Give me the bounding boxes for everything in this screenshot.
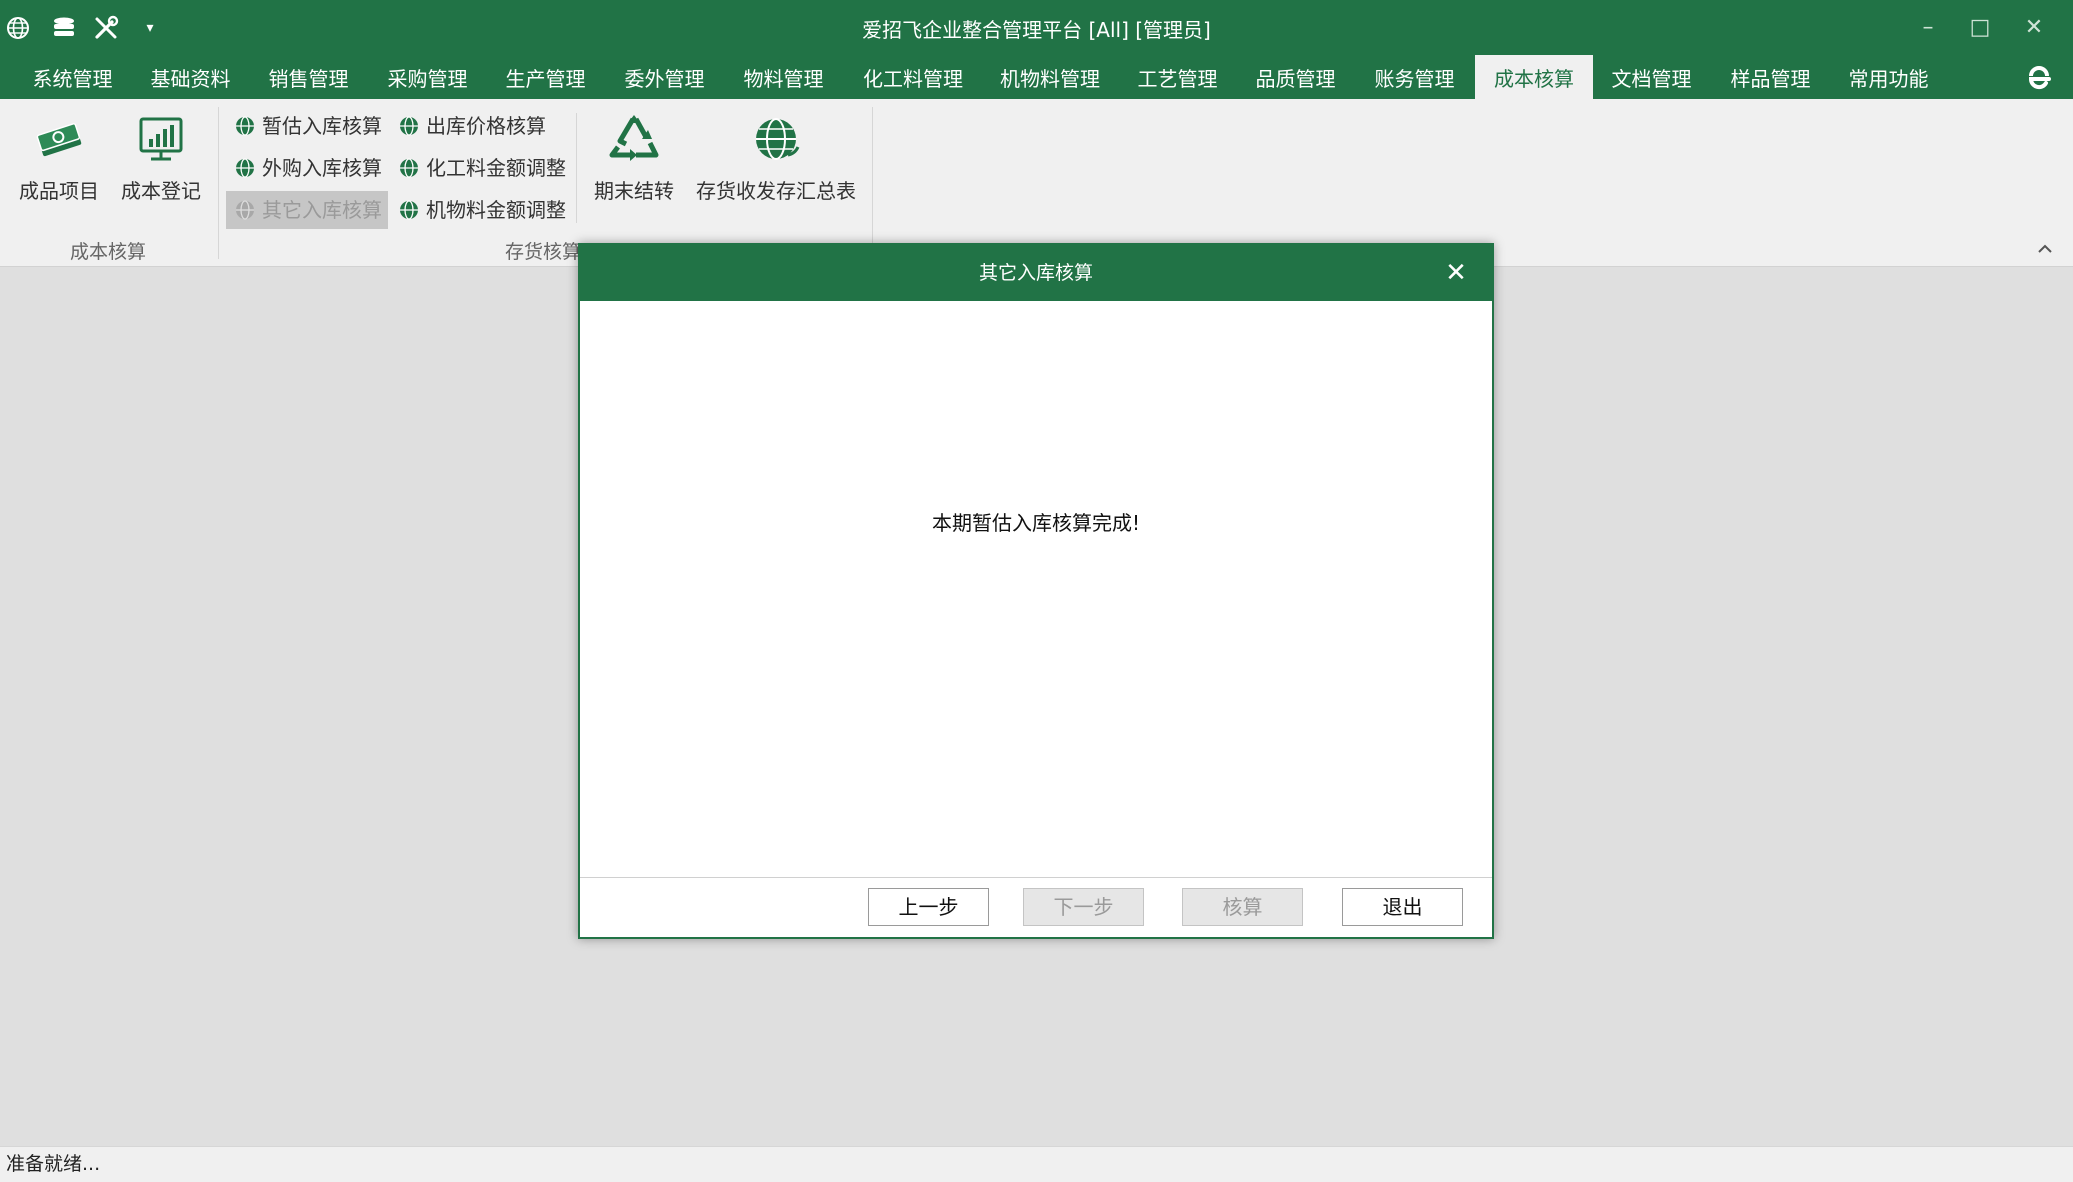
- maximize-button[interactable]: □: [1960, 10, 2000, 44]
- tab-cost-accounting[interactable]: 成本核算: [1475, 55, 1593, 99]
- tab-quality[interactable]: 品质管理: [1243, 55, 1348, 99]
- tab-documents[interactable]: 文档管理: [1599, 55, 1704, 99]
- window-title: 爱招飞企业整合管理平台 [All] [管理员]: [862, 18, 1211, 42]
- outbound-price-accounting-button[interactable]: 出库价格核算: [390, 107, 570, 145]
- dialog-message: 本期暂估入库核算完成!: [931, 511, 1141, 535]
- close-button[interactable]: ✕: [2014, 10, 2054, 44]
- tab-outsourcing[interactable]: 委外管理: [612, 55, 717, 99]
- finished-product-item-label: 成品项目: [19, 179, 99, 203]
- group-label-cost-accounting: 成本核算: [70, 241, 147, 263]
- tab-production[interactable]: 生产管理: [493, 55, 598, 99]
- status-bar: 准备就绪...: [0, 1146, 2073, 1182]
- tab-sales[interactable]: 销售管理: [256, 55, 361, 99]
- globe-icon: [236, 158, 254, 178]
- period-end-carryover-label: 期末结转: [594, 179, 674, 203]
- next-step-button[interactable]: 下一步: [1023, 888, 1144, 926]
- dialog-close-button[interactable]: ✕: [1442, 259, 1470, 287]
- tab-machine-materials[interactable]: 机物料管理: [990, 55, 1110, 99]
- globe-icon: [400, 158, 418, 178]
- title-bar: ▾ 爱招飞企业整合管理平台 [All] [管理员] – □ ✕: [0, 0, 2073, 55]
- purchased-receipt-accounting-button[interactable]: 外购入库核算: [226, 149, 386, 187]
- ribbon-separator: [576, 113, 577, 223]
- tab-purchase[interactable]: 采购管理: [375, 55, 480, 99]
- money-icon: [36, 123, 82, 157]
- estimated-receipt-accounting-button[interactable]: 暂估入库核算: [226, 107, 386, 145]
- inventory-summary-report-label: 存货收发存汇总表: [696, 179, 856, 203]
- cost-register-label: 成本登记: [121, 179, 201, 203]
- tab-common-functions[interactable]: 常用功能: [1836, 55, 1941, 99]
- globe-icon: [236, 200, 254, 220]
- machine-material-amount-adjust-button[interactable]: 机物料金额调整: [390, 191, 570, 229]
- dialog-footer: 上一步 下一步 核算 退出: [580, 877, 1492, 937]
- cost-register-button[interactable]: 成本登记: [116, 111, 206, 204]
- calculate-button[interactable]: 核算: [1182, 888, 1303, 926]
- globe-refresh-icon: [756, 118, 800, 160]
- tab-accounts[interactable]: 账务管理: [1362, 55, 1467, 99]
- period-end-carryover-button[interactable]: 期末结转: [588, 111, 680, 204]
- status-text: 准备就绪...: [6, 1153, 101, 1175]
- ribbon-separator: [218, 107, 219, 259]
- chart-board-icon: [139, 117, 183, 161]
- tab-process[interactable]: 工艺管理: [1125, 55, 1230, 99]
- ribbon: 成品项目 成本登记 成本核算 暂估入库核算 外购入库核算 其它入库核算 出库价格…: [0, 99, 2073, 267]
- previous-step-button[interactable]: 上一步: [868, 888, 989, 926]
- tab-samples[interactable]: 样品管理: [1718, 55, 1823, 99]
- globe-icon: [400, 200, 418, 220]
- chemical-amount-adjust-button[interactable]: 化工料金额调整: [390, 149, 570, 187]
- tab-system[interactable]: 系统管理: [20, 55, 125, 99]
- globe-icon: [400, 116, 418, 136]
- inventory-summary-report-button[interactable]: 存货收发存汇总表: [694, 111, 858, 204]
- dialog-title: 其它入库核算: [580, 245, 1492, 301]
- tab-chemicals[interactable]: 化工料管理: [853, 55, 973, 99]
- ribbon-separator: [872, 107, 873, 259]
- ribbon-collapse-icon[interactable]: [2037, 239, 2053, 258]
- tab-materials[interactable]: 物料管理: [731, 55, 836, 99]
- finished-product-item-button[interactable]: 成品项目: [14, 111, 104, 204]
- browser-e-icon[interactable]: [2023, 61, 2055, 93]
- menu-tab-bar: 系统管理 基础资料 销售管理 采购管理 生产管理 委外管理 物料管理 化工料管理…: [0, 55, 2073, 99]
- other-receipt-accounting-dialog: 其它入库核算 ✕ 本期暂估入库核算完成! 上一步 下一步 核算 退出: [578, 243, 1494, 939]
- tab-basic-data[interactable]: 基础资料: [138, 55, 243, 99]
- other-receipt-accounting-button[interactable]: 其它入库核算: [226, 191, 388, 229]
- globe-icon: [236, 116, 254, 136]
- group-label-inventory-accounting: 存货核算: [505, 241, 582, 263]
- recycle-icon: [609, 115, 659, 161]
- exit-button[interactable]: 退出: [1342, 888, 1463, 926]
- minimize-button[interactable]: –: [1908, 10, 1948, 44]
